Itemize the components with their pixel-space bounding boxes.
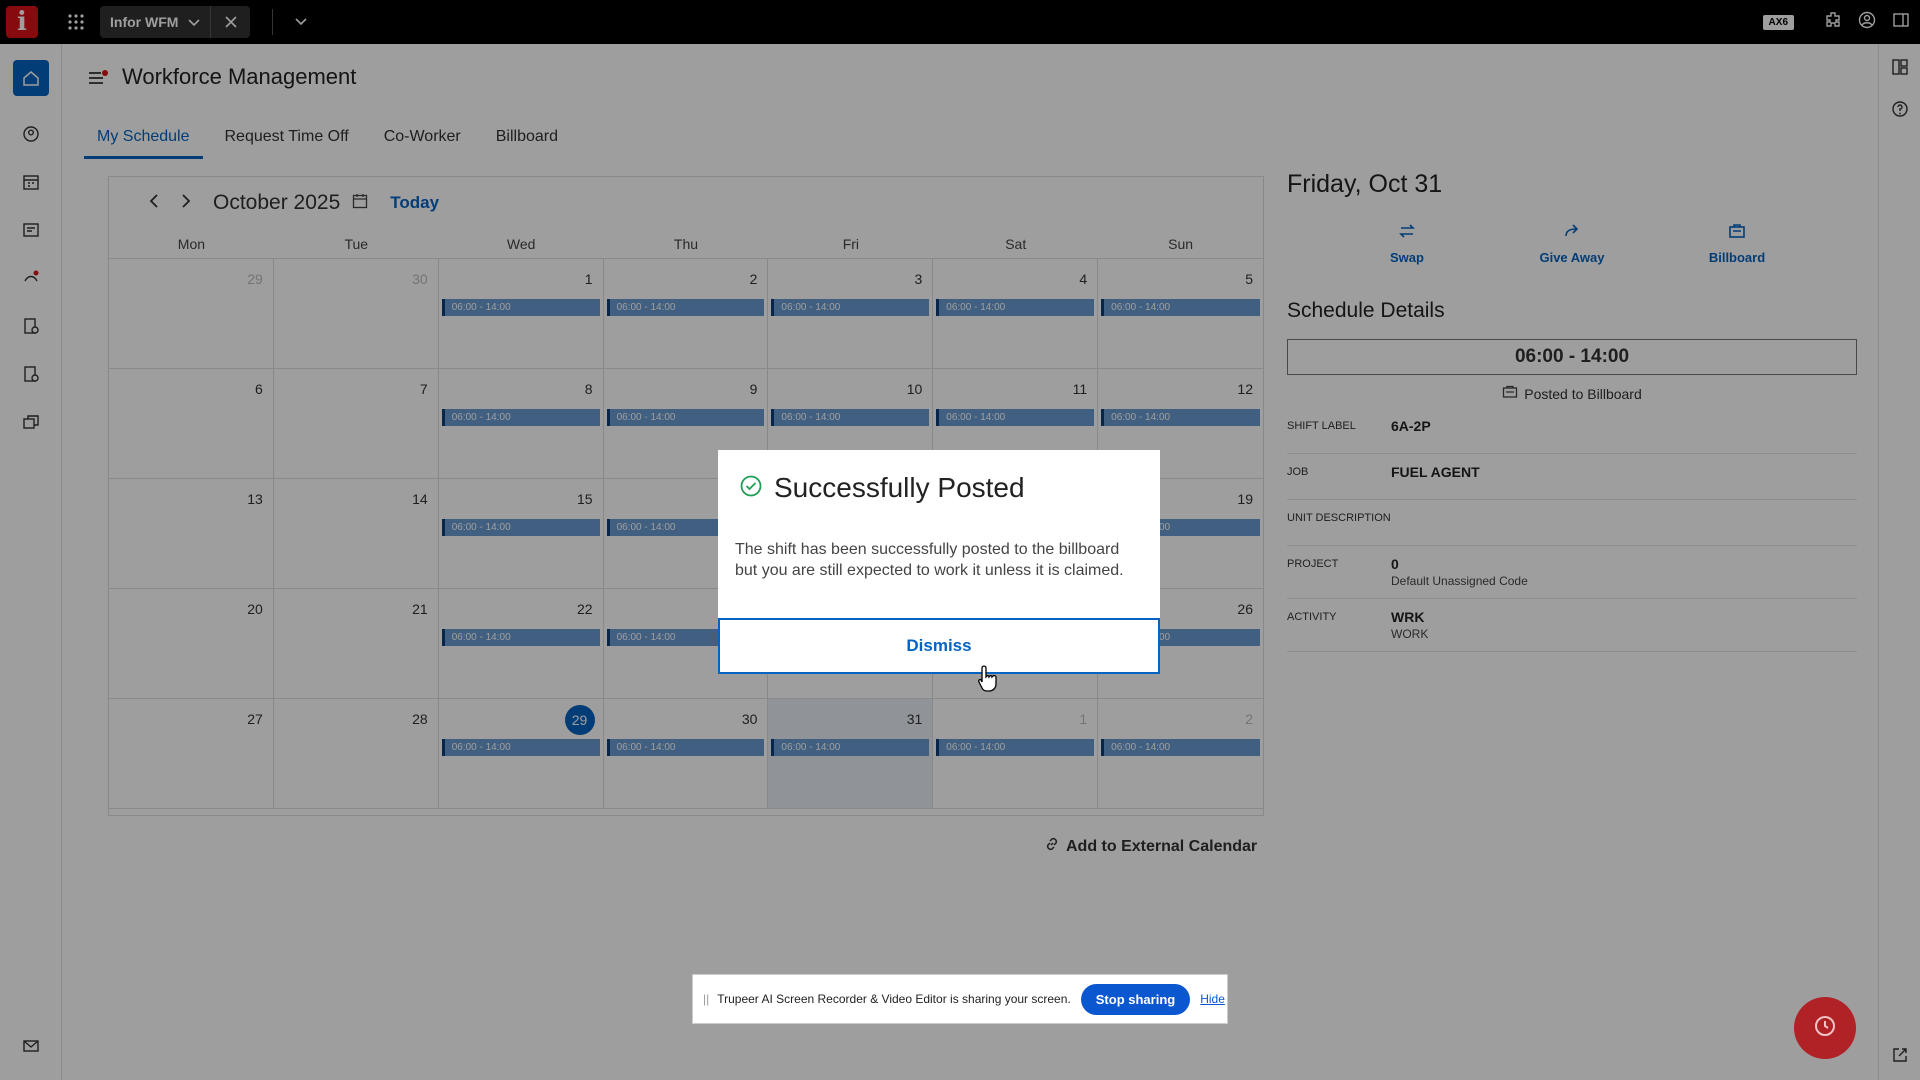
clock-fab[interactable]: [1794, 997, 1856, 1059]
hide-link[interactable]: Hide: [1200, 992, 1225, 1006]
share-status-text: Trupeer AI Screen Recorder & Video Edito…: [717, 992, 1071, 1006]
hand-cursor-icon: [978, 664, 1000, 697]
drag-handle-icon[interactable]: ||: [703, 992, 709, 1006]
clock-icon: [1813, 1014, 1837, 1043]
success-dialog: Successfully Posted The shift has been s…: [718, 450, 1160, 674]
dialog-message: The shift has been successfully posted t…: [735, 541, 1124, 579]
check-circle-icon: [740, 472, 762, 504]
stop-sharing-button[interactable]: Stop sharing: [1080, 983, 1191, 1015]
screen-share-bar: || Trupeer AI Screen Recorder & Video Ed…: [692, 974, 1228, 1024]
dialog-title: Successfully Posted: [740, 472, 1025, 504]
dialog-title-text: Successfully Posted: [774, 472, 1025, 503]
dismiss-button[interactable]: Dismiss: [718, 618, 1160, 674]
